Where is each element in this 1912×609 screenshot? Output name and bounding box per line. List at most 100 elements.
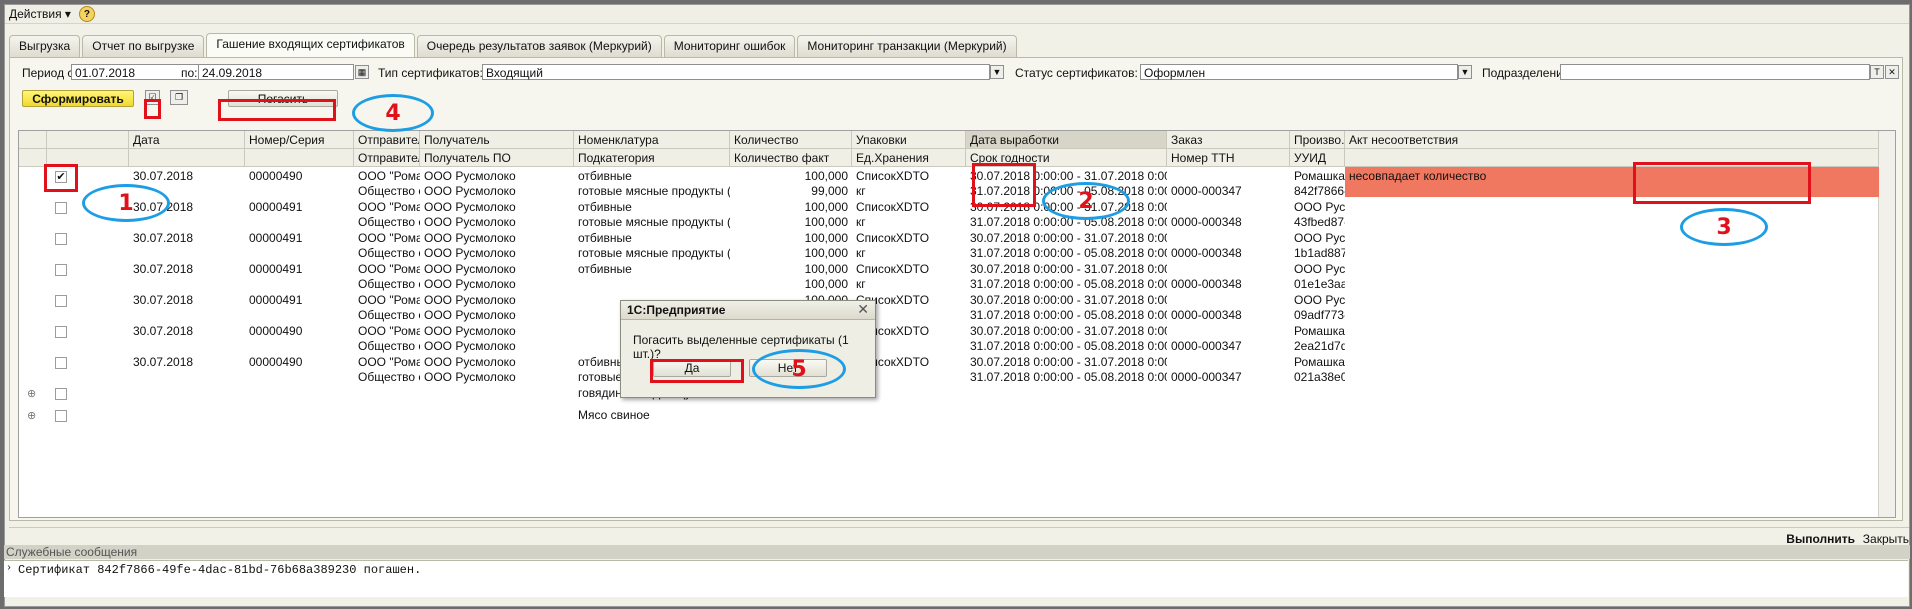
column-header[interactable]: Номенклатура [574, 131, 730, 149]
table-cell: отбивные [578, 262, 632, 276]
row-checkbox[interactable] [55, 202, 67, 214]
close-icon[interactable]: ✕ [857, 301, 869, 318]
expand-icon[interactable]: ⊕ [27, 387, 36, 400]
row-checkbox[interactable] [55, 388, 67, 400]
table-cell: 30.07.2018 [133, 262, 194, 276]
table-cell: 00000491 [249, 231, 303, 245]
row-checkbox[interactable] [55, 326, 67, 338]
table-cell: 0000-000348 [1171, 215, 1242, 229]
period-to-label: по: [181, 66, 198, 80]
annotation-oval: 4 [352, 94, 434, 132]
column-header[interactable] [19, 131, 47, 149]
division-input[interactable] [1560, 64, 1870, 80]
column-header[interactable] [19, 149, 47, 167]
table-cell: 31.07.2018 0:00:00 - 05.08.2018 0:00:00 [970, 370, 1167, 384]
annotation-box-check-all [144, 99, 161, 119]
tab-item[interactable]: Мониторинг ошибок [663, 35, 796, 57]
table-cell: 30.07.2018 [133, 293, 194, 307]
tab-item[interactable]: Очередь результатов заявок (Меркурий) [416, 35, 662, 57]
cert-type-select[interactable]: Входящий [482, 64, 990, 80]
row-checkbox[interactable] [55, 233, 67, 245]
close-button[interactable]: Закрыть [1863, 532, 1909, 546]
table-cell: 30.07.2018 [133, 169, 194, 183]
execute-button[interactable]: Выполнить [1786, 532, 1855, 546]
expand-icon[interactable]: ⊕ [27, 409, 36, 422]
table-cell: 0000-000347 [1171, 339, 1242, 353]
table-cell: 30.07.2018 [133, 231, 194, 245]
message-line: Сертификат 842f7866-49fe-4dac-81bd-76b68… [18, 563, 422, 577]
tab-item[interactable]: Выгрузка [9, 35, 81, 57]
column-header[interactable]: Ед.Хранения [852, 149, 966, 167]
help-icon[interactable]: ? [78, 6, 95, 22]
table-cell: несовпадает количество [1345, 167, 1495, 197]
main-window: Действия ▾ ? Выгрузка Отчет по выгрузке Га… [4, 4, 1910, 607]
column-header[interactable]: Номер ТТН [1167, 149, 1290, 167]
column-header[interactable] [245, 149, 354, 167]
confirm-dialog: 1С:Предприятие ✕ Погасить выделенные сер… [620, 300, 876, 398]
table-cell: 0000-000348 [1171, 277, 1242, 291]
annotation-oval: 2 [1042, 182, 1130, 220]
vertical-scrollbar[interactable] [1878, 131, 1895, 517]
table-cell: ООО Русмолоко [424, 370, 516, 384]
column-header[interactable] [129, 149, 245, 167]
cert-type-label: Тип сертификатов: [378, 66, 483, 80]
tab-item[interactable]: Гашение входящих сертификатов [206, 33, 415, 57]
row-checkbox[interactable] [55, 264, 67, 276]
column-header[interactable]: Получатель [420, 131, 574, 149]
table-cell: 00000491 [249, 262, 303, 276]
clear-text-icon[interactable]: T [1870, 65, 1884, 79]
column-header[interactable]: Отправитель... [354, 149, 420, 167]
table-cell: 00000491 [249, 200, 303, 214]
chevron-down-icon[interactable]: ▼ [1458, 65, 1472, 79]
annotation-oval: 1 [82, 184, 170, 222]
table-cell: 0000-000348 [1171, 246, 1242, 260]
cert-status-select[interactable]: Оформлен [1140, 64, 1458, 80]
annotation-box-act [1633, 162, 1811, 204]
column-header[interactable]: Акт несоответствия [1345, 131, 1879, 149]
annotation-box-qty [972, 163, 1036, 207]
tab-panel: Период с: 01.07.2018 ▦ по: 24.09.2018 ▦ … [9, 57, 1903, 521]
table-cell: Мясо свиное [578, 408, 650, 422]
messages-area: › Сертификат 842f7866-49fe-4dac-81bd-76b… [4, 560, 1908, 597]
column-header[interactable]: Дата [129, 131, 245, 149]
messages-title: Служебные сообщения [4, 545, 1910, 559]
close-icon[interactable]: ✕ [1885, 65, 1899, 79]
cert-status-label: Статус сертификатов: [1015, 66, 1138, 80]
row-checkbox[interactable] [55, 357, 67, 369]
column-header[interactable]: Количество факт [730, 149, 852, 167]
table-cell: 00000490 [249, 324, 303, 338]
column-header[interactable]: Упаковки [852, 131, 966, 149]
column-header[interactable]: Номер/Серия [245, 131, 354, 149]
row-checkbox[interactable] [55, 295, 67, 307]
column-header[interactable]: Произво... [1290, 131, 1345, 149]
actions-menu[interactable]: Действия ▾ [5, 7, 75, 21]
dialog-title: 1С:Предприятие [621, 301, 875, 320]
column-header[interactable] [47, 131, 129, 149]
column-header[interactable]: Отправитель [354, 131, 420, 149]
column-header[interactable]: УУИД [1290, 149, 1345, 167]
column-header[interactable]: Количество [730, 131, 852, 149]
column-header[interactable]: Дата выработки [966, 131, 1167, 149]
column-header[interactable]: Заказ [1167, 131, 1290, 149]
annotation-oval: 3 [1680, 208, 1768, 246]
row-checkbox[interactable] [55, 410, 67, 422]
tab-item[interactable]: Мониторинг транзакции (Меркурий) [797, 35, 1017, 57]
form-button[interactable]: Сформировать [22, 90, 134, 107]
table-cell: 00000490 [249, 355, 303, 369]
tab-strip: Выгрузка Отчет по выгрузке Гашение входящи… [9, 33, 1019, 57]
table-cell: 0000-000347 [1171, 184, 1242, 198]
arrow-right-icon: › [6, 563, 13, 574]
table-cell: Общество с... [358, 370, 420, 384]
column-header[interactable]: Получатель ПО [420, 149, 574, 167]
tab-item[interactable]: Отчет по выгрузке [82, 35, 205, 57]
period-from-label: Период с: [22, 66, 77, 80]
annotation-box-redeem [218, 99, 336, 121]
calendar-icon[interactable]: ▦ [355, 65, 369, 79]
period-to-input[interactable]: 24.09.2018 [198, 64, 354, 80]
chevron-down-icon[interactable]: ▼ [990, 65, 1004, 79]
column-header[interactable]: Подкатегория [574, 149, 730, 167]
table-cell: 0000-000347 [1171, 370, 1242, 384]
table-cell: 00000490 [249, 169, 303, 183]
uncheck-all-icon[interactable]: ❐ [170, 90, 188, 105]
annotation-box-yes [650, 359, 744, 383]
